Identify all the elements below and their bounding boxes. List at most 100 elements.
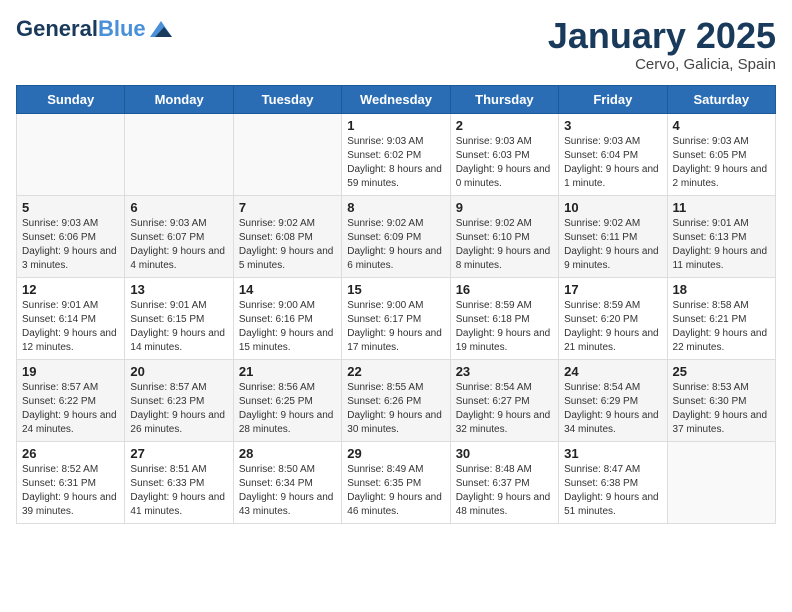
day-info: Sunrise: 8:59 AMSunset: 6:18 PMDaylight:… bbox=[456, 299, 553, 355]
day-number: 25 bbox=[673, 364, 770, 379]
day-number: 15 bbox=[347, 282, 444, 297]
day-number: 30 bbox=[456, 446, 553, 461]
calendar-cell: 1 Sunrise: 9:03 AMSunset: 6:02 PMDaylight… bbox=[342, 113, 450, 195]
calendar-cell: 30 Sunrise: 8:48 AMSunset: 6:37 PMDayligh… bbox=[450, 441, 558, 523]
day-number: 23 bbox=[456, 364, 553, 379]
day-number: 24 bbox=[564, 364, 661, 379]
calendar-cell: 5 Sunrise: 9:03 AMSunset: 6:06 PMDaylight… bbox=[17, 195, 125, 277]
day-info: Sunrise: 8:59 AMSunset: 6:20 PMDaylight:… bbox=[564, 299, 661, 355]
title-area: January 2025 Cervo, Galicia, Spain bbox=[548, 16, 776, 73]
weekday-header-row: SundayMondayTuesdayWednesdayThursdayFrid… bbox=[17, 85, 776, 113]
day-info: Sunrise: 9:02 AMSunset: 6:09 PMDaylight:… bbox=[347, 217, 444, 273]
calendar-cell: 19 Sunrise: 8:57 AMSunset: 6:22 PMDayligh… bbox=[17, 359, 125, 441]
calendar-cell: 16 Sunrise: 8:59 AMSunset: 6:18 PMDayligh… bbox=[450, 277, 558, 359]
calendar-cell: 8 Sunrise: 9:02 AMSunset: 6:09 PMDaylight… bbox=[342, 195, 450, 277]
calendar-cell bbox=[667, 441, 775, 523]
day-number: 2 bbox=[456, 118, 553, 133]
day-number: 21 bbox=[239, 364, 336, 379]
day-number: 17 bbox=[564, 282, 661, 297]
calendar-cell: 28 Sunrise: 8:50 AMSunset: 6:34 PMDayligh… bbox=[233, 441, 341, 523]
day-info: Sunrise: 8:50 AMSunset: 6:34 PMDaylight:… bbox=[239, 463, 336, 519]
weekday-header-sunday: Sunday bbox=[17, 85, 125, 113]
logo: GeneralBlue bbox=[16, 16, 172, 42]
day-number: 19 bbox=[22, 364, 119, 379]
calendar-cell: 21 Sunrise: 8:56 AMSunset: 6:25 PMDayligh… bbox=[233, 359, 341, 441]
day-number: 18 bbox=[673, 282, 770, 297]
calendar-table: SundayMondayTuesdayWednesdayThursdayFrid… bbox=[16, 85, 776, 524]
week-row-3: 12 Sunrise: 9:01 AMSunset: 6:14 PMDayligh… bbox=[17, 277, 776, 359]
day-number: 7 bbox=[239, 200, 336, 215]
day-number: 6 bbox=[130, 200, 227, 215]
day-number: 9 bbox=[456, 200, 553, 215]
day-info: Sunrise: 8:52 AMSunset: 6:31 PMDaylight:… bbox=[22, 463, 119, 519]
day-info: Sunrise: 8:58 AMSunset: 6:21 PMDaylight:… bbox=[673, 299, 770, 355]
calendar-subtitle: Cervo, Galicia, Spain bbox=[548, 56, 776, 73]
day-number: 16 bbox=[456, 282, 553, 297]
logo-icon bbox=[150, 21, 172, 37]
day-number: 13 bbox=[130, 282, 227, 297]
day-number: 1 bbox=[347, 118, 444, 133]
day-info: Sunrise: 8:56 AMSunset: 6:25 PMDaylight:… bbox=[239, 381, 336, 437]
day-number: 5 bbox=[22, 200, 119, 215]
day-number: 31 bbox=[564, 446, 661, 461]
day-number: 8 bbox=[347, 200, 444, 215]
day-number: 26 bbox=[22, 446, 119, 461]
calendar-cell: 12 Sunrise: 9:01 AMSunset: 6:14 PMDayligh… bbox=[17, 277, 125, 359]
day-number: 12 bbox=[22, 282, 119, 297]
weekday-header-tuesday: Tuesday bbox=[233, 85, 341, 113]
day-info: Sunrise: 9:00 AMSunset: 6:17 PMDaylight:… bbox=[347, 299, 444, 355]
day-info: Sunrise: 8:48 AMSunset: 6:37 PMDaylight:… bbox=[456, 463, 553, 519]
day-number: 10 bbox=[564, 200, 661, 215]
day-info: Sunrise: 9:02 AMSunset: 6:11 PMDaylight:… bbox=[564, 217, 661, 273]
day-info: Sunrise: 9:03 AMSunset: 6:07 PMDaylight:… bbox=[130, 217, 227, 273]
day-info: Sunrise: 8:51 AMSunset: 6:33 PMDaylight:… bbox=[130, 463, 227, 519]
calendar-cell: 27 Sunrise: 8:51 AMSunset: 6:33 PMDayligh… bbox=[125, 441, 233, 523]
calendar-cell: 25 Sunrise: 8:53 AMSunset: 6:30 PMDayligh… bbox=[667, 359, 775, 441]
calendar-cell bbox=[17, 113, 125, 195]
calendar-cell: 10 Sunrise: 9:02 AMSunset: 6:11 PMDayligh… bbox=[559, 195, 667, 277]
day-info: Sunrise: 8:49 AMSunset: 6:35 PMDaylight:… bbox=[347, 463, 444, 519]
week-row-4: 19 Sunrise: 8:57 AMSunset: 6:22 PMDayligh… bbox=[17, 359, 776, 441]
day-number: 28 bbox=[239, 446, 336, 461]
day-info: Sunrise: 9:03 AMSunset: 6:02 PMDaylight:… bbox=[347, 135, 444, 191]
day-info: Sunrise: 8:54 AMSunset: 6:29 PMDaylight:… bbox=[564, 381, 661, 437]
calendar-cell: 31 Sunrise: 8:47 AMSunset: 6:38 PMDayligh… bbox=[559, 441, 667, 523]
day-info: Sunrise: 9:03 AMSunset: 6:05 PMDaylight:… bbox=[673, 135, 770, 191]
calendar-cell: 22Sunrise: 8:55 AMSunset: 6:26 PMDayligh… bbox=[342, 359, 450, 441]
day-info: Sunrise: 8:54 AMSunset: 6:27 PMDaylight:… bbox=[456, 381, 553, 437]
calendar-cell: 15 Sunrise: 9:00 AMSunset: 6:17 PMDayligh… bbox=[342, 277, 450, 359]
day-info: Sunrise: 8:57 AMSunset: 6:22 PMDaylight:… bbox=[22, 381, 119, 437]
calendar-cell: 26 Sunrise: 8:52 AMSunset: 6:31 PMDayligh… bbox=[17, 441, 125, 523]
calendar-cell: 11 Sunrise: 9:01 AMSunset: 6:13 PMDayligh… bbox=[667, 195, 775, 277]
day-info: Sunrise: 9:00 AMSunset: 6:16 PMDaylight:… bbox=[239, 299, 336, 355]
day-info: Sunrise: 9:02 AMSunset: 6:08 PMDaylight:… bbox=[239, 217, 336, 273]
weekday-header-friday: Friday bbox=[559, 85, 667, 113]
day-number: 20 bbox=[130, 364, 227, 379]
day-info: Sunrise: 9:01 AMSunset: 6:14 PMDaylight:… bbox=[22, 299, 119, 355]
day-number: 27 bbox=[130, 446, 227, 461]
day-number: 14 bbox=[239, 282, 336, 297]
day-info: Sunrise: 8:53 AMSunset: 6:30 PMDaylight:… bbox=[673, 381, 770, 437]
calendar-cell: 2Sunrise: 9:03 AMSunset: 6:03 PMDaylight… bbox=[450, 113, 558, 195]
day-info: Sunrise: 9:03 AMSunset: 6:06 PMDaylight:… bbox=[22, 217, 119, 273]
calendar-cell: 3Sunrise: 9:03 AMSunset: 6:04 PMDaylight… bbox=[559, 113, 667, 195]
calendar-cell: 20Sunrise: 8:57 AMSunset: 6:23 PMDayligh… bbox=[125, 359, 233, 441]
day-info: Sunrise: 9:01 AMSunset: 6:13 PMDaylight:… bbox=[673, 217, 770, 273]
day-number: 11 bbox=[673, 200, 770, 215]
week-row-2: 5 Sunrise: 9:03 AMSunset: 6:06 PMDaylight… bbox=[17, 195, 776, 277]
calendar-cell: 4Sunrise: 9:03 AMSunset: 6:05 PMDaylight… bbox=[667, 113, 775, 195]
calendar-cell: 13 Sunrise: 9:01 AMSunset: 6:15 PMDayligh… bbox=[125, 277, 233, 359]
calendar-cell: 14 Sunrise: 9:00 AMSunset: 6:16 PMDayligh… bbox=[233, 277, 341, 359]
weekday-header-saturday: Saturday bbox=[667, 85, 775, 113]
day-info: Sunrise: 9:01 AMSunset: 6:15 PMDaylight:… bbox=[130, 299, 227, 355]
day-number: 3 bbox=[564, 118, 661, 133]
calendar-cell: 6 Sunrise: 9:03 AMSunset: 6:07 PMDaylight… bbox=[125, 195, 233, 277]
day-info: Sunrise: 8:47 AMSunset: 6:38 PMDaylight:… bbox=[564, 463, 661, 519]
calendar-cell: 24 Sunrise: 8:54 AMSunset: 6:29 PMDayligh… bbox=[559, 359, 667, 441]
day-number: 22 bbox=[347, 364, 444, 379]
calendar-cell: 17 Sunrise: 8:59 AMSunset: 6:20 PMDayligh… bbox=[559, 277, 667, 359]
weekday-header-wednesday: Wednesday bbox=[342, 85, 450, 113]
calendar-cell: 18 Sunrise: 8:58 AMSunset: 6:21 PMDayligh… bbox=[667, 277, 775, 359]
day-info: Sunrise: 9:02 AMSunset: 6:10 PMDaylight:… bbox=[456, 217, 553, 273]
week-row-1: 1 Sunrise: 9:03 AMSunset: 6:02 PMDaylight… bbox=[17, 113, 776, 195]
